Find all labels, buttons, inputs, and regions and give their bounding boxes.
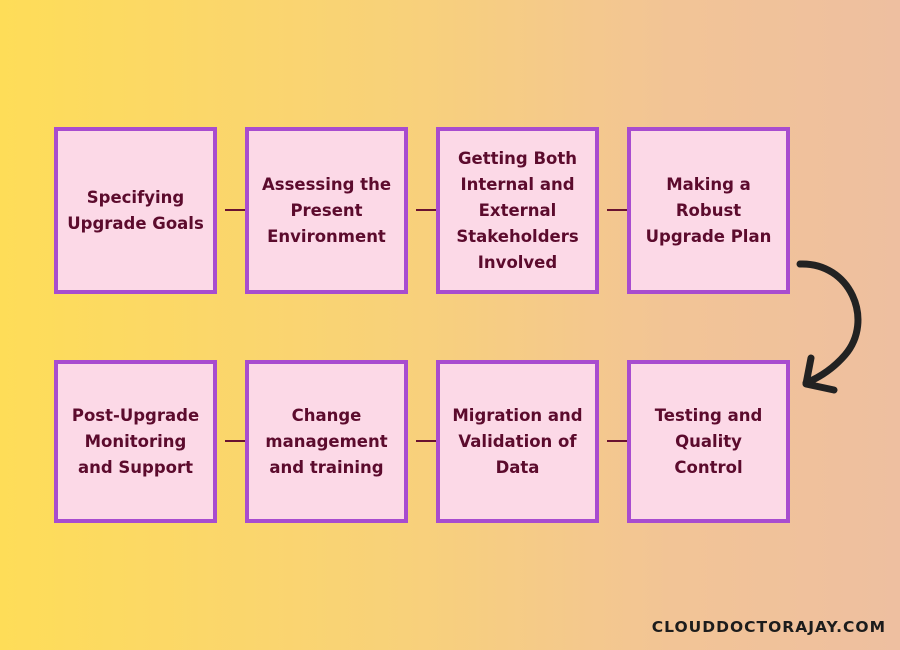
curved-arrow-icon — [796, 260, 862, 394]
brand-watermark: CLOUDDOCTORAJAY.COM — [651, 618, 886, 636]
